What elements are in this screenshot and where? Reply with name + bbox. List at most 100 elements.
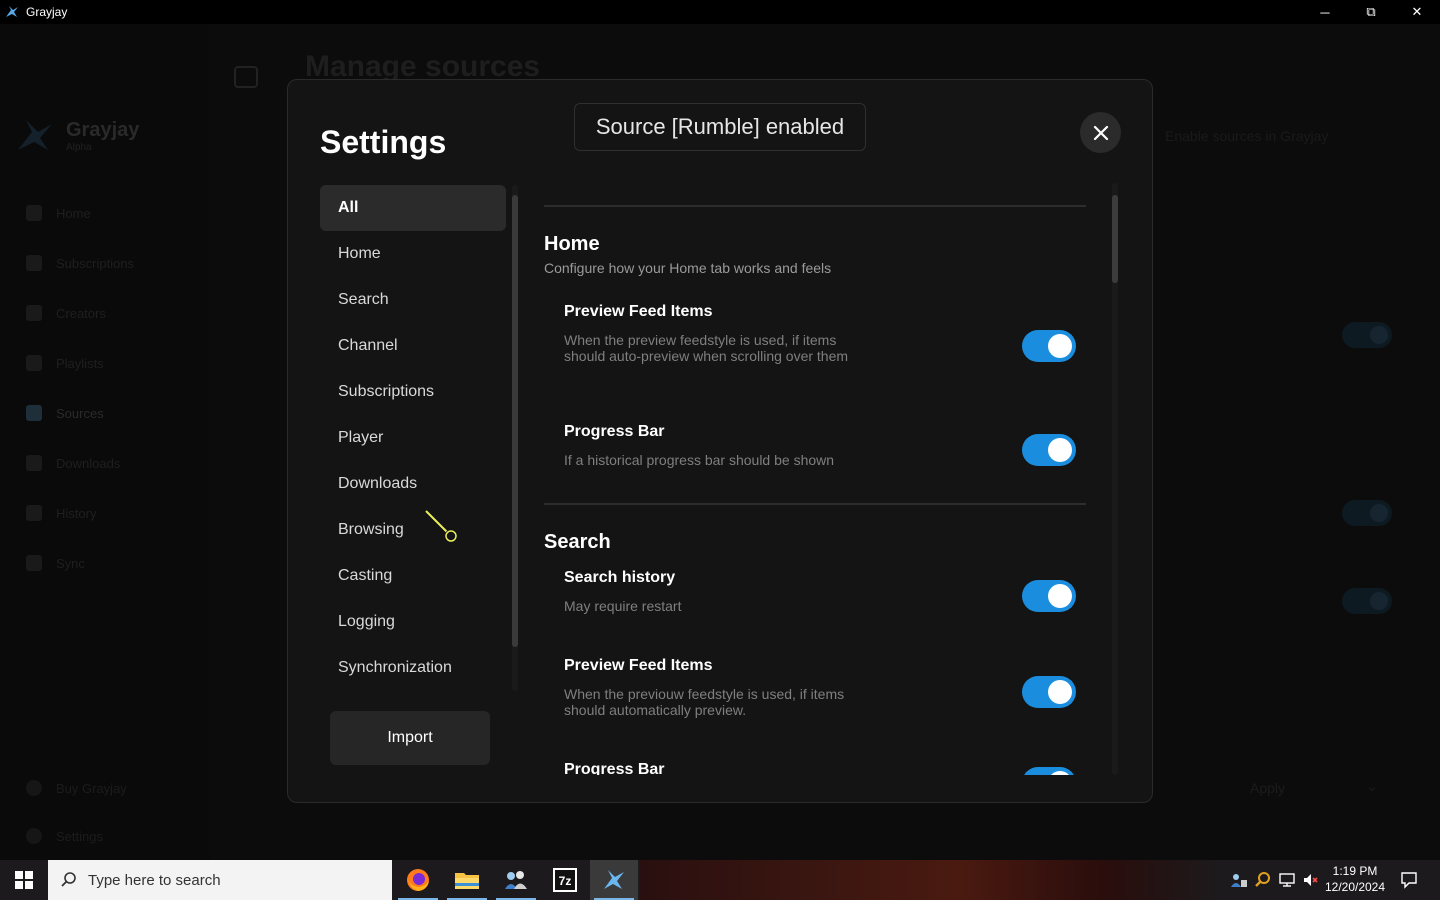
search-progress-bar-toggle[interactable] [1022, 767, 1076, 775]
taskbar-grayjay[interactable] [590, 860, 638, 900]
nav-item-icon [26, 405, 42, 421]
tray-people[interactable] [1228, 860, 1250, 900]
settings-menu-item-downloads[interactable]: Downloads [320, 461, 506, 507]
home-progress-bar-description: If a historical progress bar should be s… [564, 452, 835, 468]
home-preview-feed-items-title: Preview Feed Items [564, 303, 713, 320]
search-tray-icon [1255, 872, 1270, 887]
background-nav-label: Home [56, 205, 91, 221]
background-bottom-nav: Buy Grayjay Settings [26, 764, 206, 860]
content-scrollbar[interactable] [1109, 183, 1121, 775]
network-people-icon [1231, 874, 1247, 887]
toast-notification: Source [Rumble] enabled [574, 103, 866, 151]
tray-volume[interactable] [1300, 860, 1322, 900]
search-history-description: May require restart [564, 598, 682, 614]
close-settings-button[interactable] [1080, 112, 1121, 153]
section-divider [544, 205, 1086, 207]
home-section-title: Home [544, 233, 600, 255]
clock-date: 12/20/2024 [1324, 880, 1386, 894]
background-nav-label: History [56, 505, 97, 521]
background-hint: Enable sources in Grayjay [1165, 128, 1329, 144]
grayjay-icon [604, 870, 624, 889]
windows-logo-icon [15, 871, 33, 889]
settings-menu-item-browsing[interactable]: Browsing [320, 507, 506, 553]
settings-menu-item-logging[interactable]: Logging [320, 599, 506, 645]
search-icon [61, 872, 76, 887]
toggle-knob [1048, 334, 1072, 358]
action-center-button[interactable] [1394, 860, 1424, 900]
taskbar: Type here to search 7z 1:19 PM 12/20/202… [0, 860, 1440, 900]
settings-menu-item-search[interactable]: Search [320, 277, 506, 323]
settings-menu-item-subscriptions[interactable]: Subscriptions [320, 369, 506, 415]
settings-menu: All Home Search Channel Subscriptions Player D… [320, 185, 506, 691]
background-toggle [1342, 588, 1392, 614]
background-nav-label: Creators [56, 305, 106, 321]
background-nav-item-playlists: Playlists [26, 338, 206, 388]
background-nav-item-downloads: Downloads [26, 438, 206, 488]
grayjay-logo-icon [18, 120, 52, 150]
nav-item-icon [26, 205, 42, 221]
nav-item-icon [26, 255, 42, 271]
notification-icon [1401, 872, 1417, 889]
background-apply-label: Apply [1250, 780, 1286, 796]
close-window-button[interactable]: ✕ [1394, 0, 1440, 24]
sidebar-collapse-icon [234, 66, 258, 88]
menu-scroll-thumb[interactable] [512, 195, 518, 647]
search-section-title: Search [544, 531, 611, 553]
search-preview-feed-items-toggle[interactable] [1022, 676, 1076, 708]
home-preview-feed-items-toggle[interactable] [1022, 330, 1076, 362]
background-nav-item-home: Home [26, 188, 206, 238]
background-nav-item-history: History [26, 488, 206, 538]
home-progress-bar-toggle[interactable] [1022, 434, 1076, 466]
content-scroll-thumb[interactable] [1112, 195, 1118, 283]
search-history-toggle[interactable] [1022, 580, 1076, 612]
taskbar-search-placeholder: Type here to search [88, 871, 221, 889]
background-nav-label: Playlists [56, 355, 104, 371]
close-icon [1093, 125, 1108, 140]
background-bottom-item: Buy Grayjay [26, 764, 206, 812]
background-sidebar: Grayjay Alpha Home Subscriptions Creators P… [0, 24, 210, 860]
settings-menu-item-synchronization[interactable]: Synchronization [320, 645, 506, 691]
people-icon [505, 871, 527, 889]
toggle-knob [1048, 771, 1072, 775]
settings-menu-item-all[interactable]: All [320, 185, 506, 231]
window-title: Grayjay [26, 5, 68, 19]
tray-network[interactable] [1276, 860, 1298, 900]
settings-menu-item-player[interactable]: Player [320, 415, 506, 461]
maximize-button[interactable]: ⧉ [1348, 0, 1394, 24]
tray-search[interactable] [1252, 860, 1274, 900]
firefox-icon [407, 869, 429, 891]
taskbar-file-explorer[interactable] [443, 860, 491, 900]
search-preview-feed-items-title: Preview Feed Items [564, 657, 713, 674]
start-button[interactable] [0, 860, 48, 900]
minimize-button[interactable]: ─ [1302, 0, 1348, 24]
section-divider [544, 503, 1086, 505]
cursor-icon [424, 509, 458, 543]
background-nav-item-subscriptions: Subscriptions [26, 238, 206, 288]
import-button[interactable]: Import [330, 711, 490, 765]
taskbar-7zip[interactable]: 7z [541, 860, 589, 900]
settings-menu-item-home[interactable]: Home [320, 231, 506, 277]
home-section-description: Configure how your Home tab works and fe… [544, 260, 832, 276]
nav-item-icon [26, 455, 42, 471]
nav-item-icon [26, 505, 42, 521]
settings-menu-item-channel[interactable]: Channel [320, 323, 506, 369]
taskbar-firefox[interactable] [394, 860, 442, 900]
background-nav-label: Downloads [56, 455, 121, 471]
background-logo: Grayjay Alpha [14, 116, 139, 156]
grayjay-logo-icon [6, 6, 18, 17]
volume-muted-icon [1304, 874, 1318, 886]
settings-content: Home Configure how your Home tab works a… [544, 185, 1086, 775]
menu-scrollbar[interactable] [510, 185, 520, 691]
window-title-bar: Grayjay ─ ⧉ ✕ [0, 0, 1440, 24]
taskbar-clock[interactable]: 1:19 PM 12/20/2024 [1322, 863, 1388, 895]
search-preview-feed-items-description: When the previouw feedstyle is used, if … [564, 686, 845, 718]
taskbar-search-input[interactable]: Type here to search [48, 860, 392, 900]
7zip-icon: 7z [553, 868, 577, 892]
nav-item-icon [26, 780, 42, 796]
background-app-name: Grayjay [66, 119, 140, 141]
nav-item-icon [26, 305, 42, 321]
background-nav-item-creators: Creators [26, 288, 206, 338]
settings-menu-item-casting[interactable]: Casting [320, 553, 506, 599]
taskbar-people[interactable] [492, 860, 540, 900]
toggle-knob [1048, 680, 1072, 704]
